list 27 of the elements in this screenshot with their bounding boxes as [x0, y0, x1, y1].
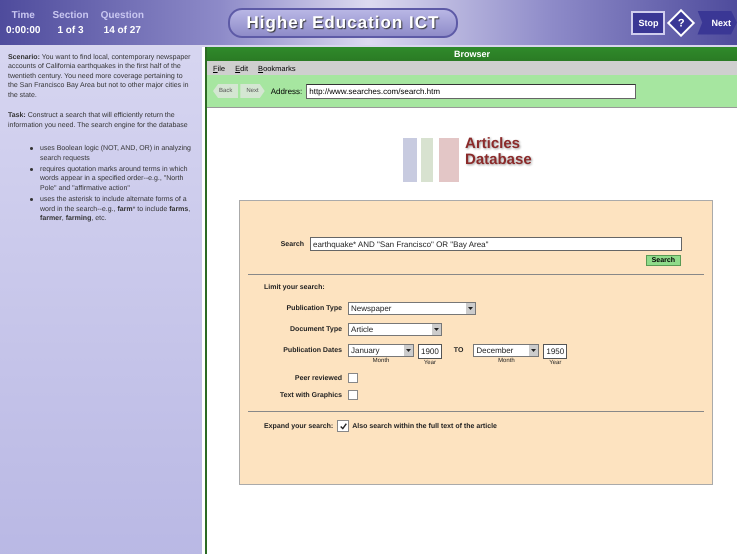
search-field[interactable]: earthquake* AND "San Francisco" OR "Bay Area": [310, 237, 682, 251]
checkbox[interactable]: [348, 390, 358, 400]
checkbox[interactable]: [348, 373, 358, 383]
bullet-icon: [30, 198, 33, 202]
browser-title-bar: Browser: [207, 47, 737, 61]
logo-text: Articles Database: [465, 136, 532, 168]
year-field[interactable]: 1900: [418, 344, 442, 359]
year-field[interactable]: 1950: [543, 344, 568, 359]
help-button[interactable]: ?: [667, 8, 696, 37]
address-label: Address:: [270, 86, 302, 96]
bullet-icon: [30, 147, 33, 150]
bullet-icon: [30, 168, 33, 171]
publication-type-dropdown[interactable]: Newspaper: [348, 302, 476, 315]
checkbox[interactable]: [337, 420, 350, 432]
month-dropdown[interactable]: January: [348, 344, 414, 357]
stat-label: Time: [12, 10, 35, 20]
stat-label: Question: [100, 10, 144, 20]
document-type-dropdown[interactable]: Article: [348, 323, 442, 336]
app-title: Higher Education ICT: [228, 8, 458, 38]
stop-button[interactable]: Stop: [631, 10, 666, 34]
stat-value: 1 of 3: [57, 24, 84, 36]
stat-label: Section: [52, 10, 89, 20]
month-dropdown[interactable]: December: [473, 344, 540, 357]
address-field[interactable]: http://www.searches.com/search.htm: [306, 84, 636, 98]
next-button[interactable]: Next: [697, 10, 737, 34]
stat-value: 14 of 27: [104, 24, 141, 36]
stat-value: 0:00:00: [6, 24, 40, 36]
